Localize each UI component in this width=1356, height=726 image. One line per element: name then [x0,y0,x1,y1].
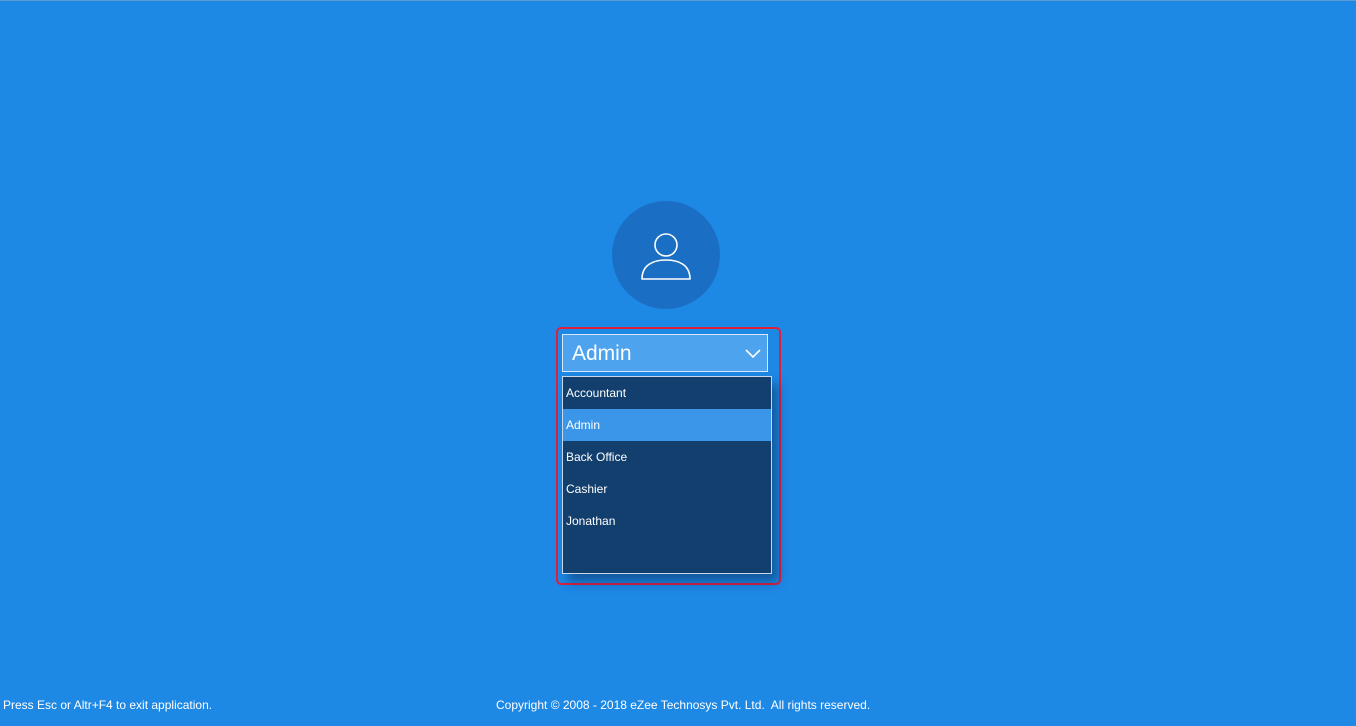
dropdown-option-admin[interactable]: Admin [563,409,771,441]
avatar [612,201,720,309]
user-select-value: Admin [572,342,632,365]
user-select[interactable]: Admin [562,334,768,372]
copyright-notice: Copyright © 2008 - 2018 eZee Technosys P… [496,698,871,712]
dropdown-option-accountant[interactable]: Accountant [563,377,771,409]
user-icon [641,233,691,280]
dropdown-option-jonathan[interactable]: Jonathan [563,505,771,537]
user-dropdown-list[interactable]: Accountant Admin Back Office Cashier Jon… [562,376,772,574]
dropdown-option-back-office[interactable]: Back Office [563,441,771,473]
exit-hint: Press Esc or Altr+F4 to exit application… [3,698,213,712]
chevron-down-icon[interactable] [744,346,762,360]
dropdown-option-cashier[interactable]: Cashier [563,473,771,505]
